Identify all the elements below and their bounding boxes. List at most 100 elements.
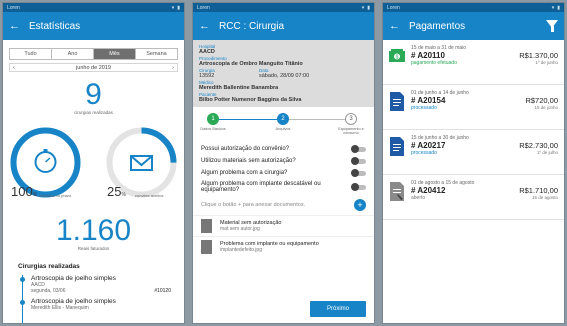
next-period-icon[interactable]: › xyxy=(172,65,174,71)
cirurgia-value: 13592 xyxy=(199,73,215,79)
question-text: Algum problema com implante descatável o… xyxy=(201,181,321,193)
next-button[interactable]: Próximo xyxy=(310,301,366,317)
period-tabs: Tudo Ano Mês Semana xyxy=(9,48,178,60)
question-toggle[interactable] xyxy=(351,144,366,153)
attach-row: Clique o botão + para anexar documentos.… xyxy=(193,195,374,215)
payment-row[interactable]: 01 de junho a 14 de junho # A20154 proce… xyxy=(383,85,564,130)
attachment-file: implantedefeito.jpg xyxy=(220,247,262,253)
convites-caption: convites aceitos xyxy=(135,192,164,198)
timeline-dot xyxy=(20,277,25,282)
payment-date: 1º de julho xyxy=(536,150,558,155)
question-text: Algum problema com a cirurgia? xyxy=(201,170,288,176)
surgery-info-card: Hospital AACD Procedimento Artroscopia d… xyxy=(193,40,374,107)
back-arrow-icon[interactable]: ← xyxy=(199,20,210,32)
attachment-item[interactable]: Problema com implante ou equipamento impl… xyxy=(193,236,374,257)
payment-number: # A20110 xyxy=(411,51,445,60)
app-bar: ← RCC : Cirurgia xyxy=(193,12,374,40)
tab-tudo[interactable]: Tudo xyxy=(10,49,52,59)
payment-amount: R$2.730,00 xyxy=(519,141,558,150)
step-2-label: Arquivos xyxy=(275,127,291,131)
payment-date: 1º de junho xyxy=(535,60,558,65)
payment-status: aberto xyxy=(411,195,426,201)
surgery-name: Artroscopia de joelho simples xyxy=(31,298,116,305)
step-1[interactable]: 1 xyxy=(207,113,219,125)
payment-row[interactable]: 01 de agosto a 15 de agosto # A20412 abe… xyxy=(383,175,564,220)
wifi-icon: ▾ xyxy=(361,4,365,11)
question-row: Algum problema com implante descatável o… xyxy=(193,179,374,195)
add-attachment-button[interactable]: + xyxy=(354,199,366,211)
envelope-icon xyxy=(130,155,153,171)
payments-screen: Loren ▾ ▮ ← Pagamentos $ 15 de maio a 31 … xyxy=(382,2,565,324)
back-arrow-icon[interactable]: ← xyxy=(389,20,400,32)
convites-value: 25 xyxy=(107,184,122,199)
surgery-date: segunda, 03/06 xyxy=(31,288,66,294)
surgery-name: Artroscopia de joelho simples xyxy=(31,275,116,282)
status-bar: Loren ▾ ▮ xyxy=(193,3,374,12)
payment-number: # A20217 xyxy=(411,141,446,150)
question-toggle[interactable] xyxy=(351,182,366,191)
attachment-file: mat sem autor.jpg xyxy=(220,226,260,232)
question-row: Algum problema com a cirurgia? xyxy=(193,167,374,179)
back-arrow-icon[interactable]: ← xyxy=(9,20,20,32)
reais-caption: Reais faturados xyxy=(77,246,110,251)
status-bar: Loren ▾ ▮ xyxy=(3,3,184,12)
app-bar: ← Pagamentos xyxy=(383,12,564,40)
carrier-label: Loren xyxy=(7,4,20,11)
surgeries-timeline: Artroscopia de joelho simples AACD segun… xyxy=(20,275,184,323)
question-text: Utilizou materiais sem autorização? xyxy=(201,158,296,164)
battery-icon: ▮ xyxy=(367,4,370,11)
question-toggle[interactable] xyxy=(351,168,366,177)
cirurgias-count: 9 xyxy=(85,78,102,111)
question-toggle[interactable] xyxy=(351,156,366,165)
carrier-label: Loren xyxy=(197,4,210,11)
convites-gauge: 25% convites aceitos xyxy=(104,125,179,200)
step-3[interactable]: 3 xyxy=(345,113,357,125)
question-row: Possui autorização do convênio? xyxy=(193,143,374,155)
list-item[interactable]: Artroscopia de joelho simples Meredith E… xyxy=(20,298,184,311)
wifi-icon: ▾ xyxy=(551,4,555,11)
data-value: sábado, 28/09 07:00 xyxy=(259,73,310,79)
battery-icon: ▮ xyxy=(557,4,560,11)
document-icon xyxy=(389,137,405,156)
period-navigator: ‹ junho de 2019 › xyxy=(9,63,178,72)
payment-amount: R$1.370,00 xyxy=(519,51,558,60)
attachment-item[interactable]: Material sem autorização mat sem autor.jp… xyxy=(193,215,374,236)
money-icon: $ xyxy=(389,47,405,66)
attachment-thumbnail xyxy=(201,219,212,233)
surgery-code: #10120 xyxy=(154,288,171,294)
page-title: Pagamentos xyxy=(409,20,466,32)
wifi-icon: ▾ xyxy=(171,4,175,11)
payment-date: 16 de agosto xyxy=(531,195,558,200)
tab-semana[interactable]: Semana xyxy=(136,49,177,59)
page-title: RCC : Cirurgia xyxy=(219,20,285,32)
question-text: Possui autorização do convênio? xyxy=(201,146,290,152)
timeline-dot xyxy=(20,300,25,305)
battery-icon: ▮ xyxy=(177,4,180,11)
payment-row[interactable]: $ 15 de maio a 31 de maio # A20110 pagam… xyxy=(383,40,564,85)
checkins-gauge: 100% checkins no prazo xyxy=(8,125,83,200)
payment-status: processado xyxy=(411,150,437,156)
step-2[interactable]: 2 xyxy=(277,113,289,125)
page-title: Estatísticas xyxy=(29,20,81,32)
tab-mes[interactable]: Mês xyxy=(94,49,136,59)
cirurgias-caption: cirurgias realizadas xyxy=(74,110,113,115)
checkins-caption: checkins no prazo xyxy=(39,192,72,198)
surgery-report-screen: Loren ▾ ▮ ← RCC : Cirurgia Hospital AACD … xyxy=(192,2,375,324)
prev-period-icon[interactable]: ‹ xyxy=(13,65,15,71)
tab-ano[interactable]: Ano xyxy=(52,49,94,59)
payment-date: 15 de junho xyxy=(534,105,558,110)
attachment-thumbnail xyxy=(201,240,212,254)
app-bar: ← Estatísticas xyxy=(3,12,184,40)
checkins-value: 100 xyxy=(11,184,33,199)
payment-row[interactable]: 15 de junho a 30 de junho # A20217 proce… xyxy=(383,130,564,175)
svg-text:$: $ xyxy=(396,55,399,61)
filter-icon[interactable] xyxy=(546,20,558,32)
payment-amount: R$1.710,00 xyxy=(519,186,558,195)
carrier-label: Loren xyxy=(387,4,400,11)
reais-value: 1.160 xyxy=(55,214,132,247)
attach-hint: Clique o botão + para anexar documentos. xyxy=(201,202,306,208)
question-row: Utilizou materiais sem autorização? xyxy=(193,155,374,167)
list-item[interactable]: Artroscopia de joelho simples AACD segun… xyxy=(20,275,184,294)
period-label: junho de 2019 xyxy=(76,64,111,71)
payment-number: # A20154 xyxy=(411,96,446,105)
